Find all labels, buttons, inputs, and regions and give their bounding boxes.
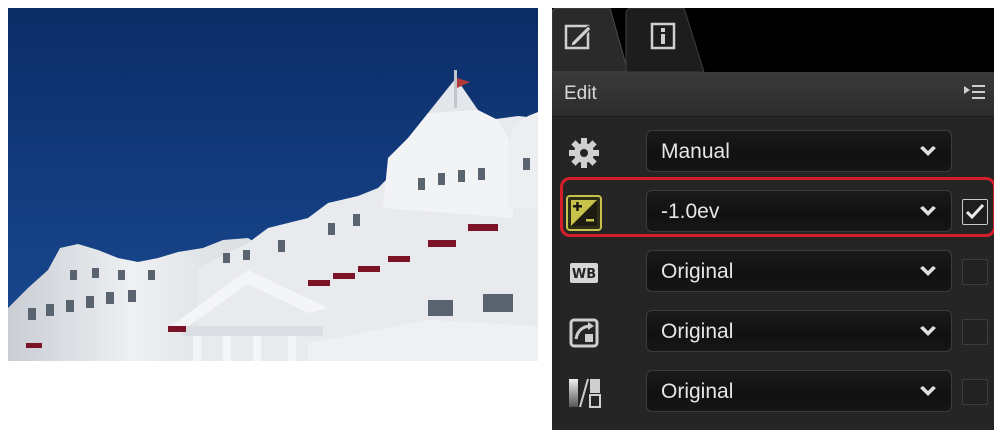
picture-control-dropdown[interactable]: Original (646, 310, 952, 352)
chevron-down-icon (919, 385, 937, 404)
white-balance-icon: WB (566, 255, 602, 291)
wb-icon-text: WB (572, 267, 596, 282)
row-white-balance: WB Original (552, 246, 994, 300)
gear-icon (566, 135, 602, 171)
row-tone-adjust: Original (552, 366, 994, 420)
white-balance-apply-checkbox[interactable] (962, 259, 988, 285)
chevron-down-icon (919, 325, 937, 344)
picture-control-value: Original (661, 320, 734, 343)
photo-preview (8, 8, 538, 361)
white-balance-dropdown[interactable]: Original (646, 250, 952, 292)
preset-dropdown[interactable]: Manual (646, 130, 952, 172)
row-picture-preset: Manual (552, 126, 994, 180)
chevron-down-icon (919, 265, 937, 284)
chevron-down-icon (919, 145, 937, 164)
tone-apply-checkbox[interactable] (962, 379, 988, 405)
edit-title: Edit (564, 83, 597, 104)
white-balance-value: Original (661, 260, 734, 283)
tone-value: Original (661, 380, 734, 403)
tab-edit[interactable] (552, 8, 630, 72)
adjustment-panel: Edit Manual -1.0ev WB Original Original … (552, 8, 994, 430)
tone-dropdown[interactable]: Original (646, 370, 952, 412)
panel-menu-icon[interactable] (964, 84, 986, 105)
tone-adjust-icon (566, 375, 602, 411)
preset-value: Manual (661, 140, 730, 163)
tab-bar (552, 8, 994, 72)
hotel-building-image (8, 70, 538, 361)
row-picture-control: Original (552, 306, 994, 360)
tab-info[interactable] (622, 8, 706, 72)
picture-control-icon (566, 315, 602, 351)
picture-control-apply-checkbox[interactable] (962, 319, 988, 345)
exposure-row-highlight (560, 177, 994, 237)
edit-header: Edit (552, 72, 994, 117)
